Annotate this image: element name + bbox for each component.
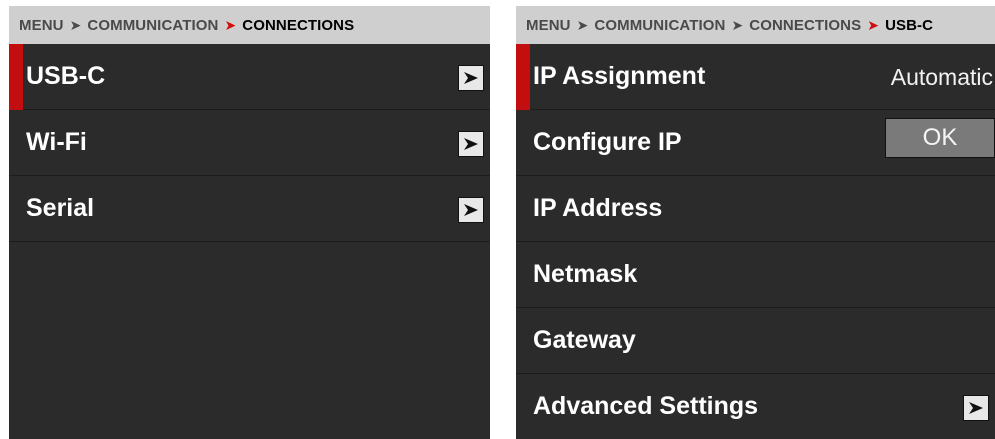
breadcrumb: MENU ➤ COMMUNICATION ➤ CONNECTIONS xyxy=(9,6,490,44)
breadcrumb-communication[interactable]: COMMUNICATION xyxy=(594,17,725,34)
menu-item-wi-fi[interactable]: Wi-Fi xyxy=(9,110,490,176)
setting-label: Gateway xyxy=(533,326,636,354)
setting-netmask[interactable]: Netmask xyxy=(516,242,995,308)
breadcrumb-menu[interactable]: MENU xyxy=(526,17,571,34)
arrow-right-icon[interactable] xyxy=(458,197,484,223)
breadcrumb-menu[interactable]: MENU xyxy=(19,17,64,34)
menu-item-label: USB-C xyxy=(26,62,106,90)
ip-assignment-value[interactable]: Automatic xyxy=(891,44,993,110)
arrow-right-icon[interactable] xyxy=(963,395,989,421)
setting-label: Netmask xyxy=(533,260,638,288)
chevron-right-icon: ➤ xyxy=(69,16,82,33)
setting-ip-address[interactable]: IP Address xyxy=(516,176,995,242)
menu-item-label: Wi-Fi xyxy=(26,128,87,156)
menu-item-serial[interactable]: Serial xyxy=(9,176,490,242)
setting-label: Configure IP xyxy=(533,128,682,156)
breadcrumb-usb-c: USB-C xyxy=(885,16,934,34)
setting-label: IP Assignment xyxy=(533,62,706,90)
menu-item-label: Serial xyxy=(26,194,95,222)
arrow-right-icon[interactable] xyxy=(458,131,484,157)
setting-advanced-settings[interactable]: Advanced Settings xyxy=(516,374,995,439)
chevron-right-icon: ➤ xyxy=(576,16,589,33)
breadcrumb-connections: CONNECTIONS xyxy=(242,16,355,34)
chevron-right-icon: ➤ xyxy=(224,16,237,33)
setting-label: IP Address xyxy=(533,194,663,222)
setting-label: Advanced Settings xyxy=(533,392,759,420)
breadcrumb-communication[interactable]: COMMUNICATION xyxy=(87,17,218,34)
breadcrumb: MENU ➤ COMMUNICATION ➤ CONNECTIONS ➤ USB… xyxy=(516,6,995,44)
usb-c-settings-panel: MENU ➤ COMMUNICATION ➤ CONNECTIONS ➤ USB… xyxy=(516,6,995,439)
arrow-right-icon[interactable] xyxy=(458,65,484,91)
chevron-right-icon: ➤ xyxy=(731,16,744,33)
setting-gateway[interactable]: Gateway xyxy=(516,308,995,374)
setting-ip-assignment[interactable]: IP Assignment Automatic xyxy=(516,44,995,110)
connections-menu-panel: MENU ➤ COMMUNICATION ➤ CONNECTIONS USB-C… xyxy=(9,6,490,439)
ok-button[interactable]: OK xyxy=(885,118,995,158)
breadcrumb-connections[interactable]: CONNECTIONS xyxy=(749,17,861,34)
menu-item-usb-c[interactable]: USB-C xyxy=(9,44,490,110)
chevron-right-icon: ➤ xyxy=(867,16,880,33)
setting-configure-ip[interactable]: Configure IP OK xyxy=(516,110,995,176)
